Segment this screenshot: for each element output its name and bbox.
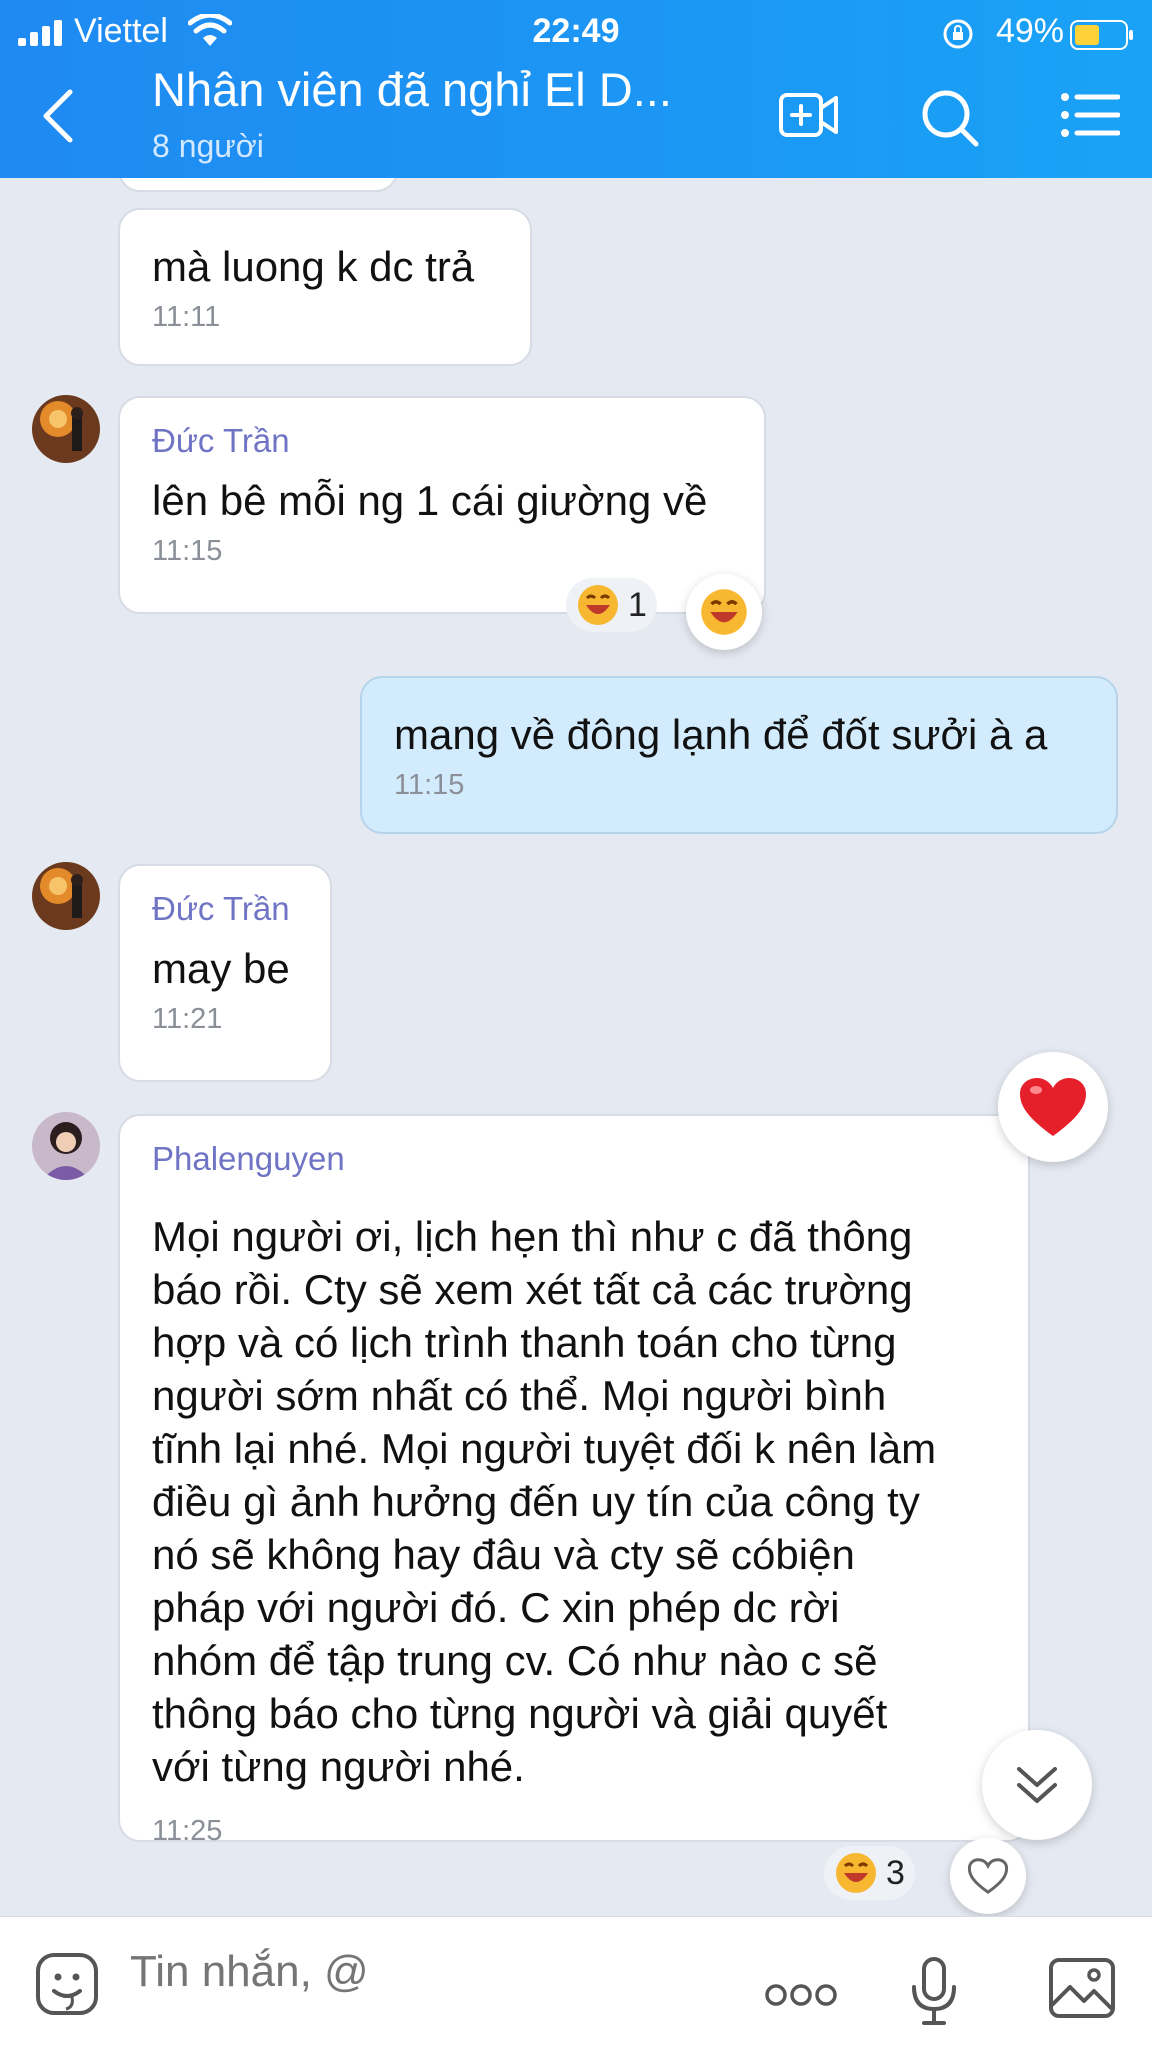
message-line: báo rồi. Cty sẽ xem xét tất cả các trườn… <box>152 1266 913 1313</box>
group-title[interactable]: Nhân viên đã nghỉ El D... <box>152 62 672 117</box>
status-bar: Viettel 22:49 49% <box>0 6 1152 56</box>
heart-reaction-button[interactable] <box>998 1052 1108 1162</box>
reaction-summary[interactable]: 1 <box>566 578 657 632</box>
microphone-icon[interactable] <box>910 1957 958 2027</box>
laugh-emoji-icon <box>836 1853 876 1893</box>
message-bubble[interactable]: Phalenguyen Mọi người ơi, lịch hẹn thì n… <box>118 1114 1030 1847</box>
avatar[interactable] <box>32 395 100 463</box>
message-line: nhóm để tập trung cv. Có như nào c sẽ <box>152 1637 878 1684</box>
orientation-lock-icon <box>943 19 973 49</box>
message-text: mang về đông lạnh để đốt sưởi à a <box>394 711 1048 758</box>
message-time: 11:11 <box>152 301 221 333</box>
message-bubble[interactable]: Đức Trần lên bê mỗi ng 1 cái giường về 1… <box>118 396 766 614</box>
member-count[interactable]: 8 người <box>152 128 264 165</box>
reaction-count: 3 <box>886 1853 905 1892</box>
battery-percent: 49% <box>995 12 1064 50</box>
avatar[interactable] <box>32 1112 100 1180</box>
message-text-block: Mọi người ơi, lịch hẹn thì như c đã thôn… <box>152 1210 996 1793</box>
message-line: Mọi người ơi, lịch hẹn thì như c đã thôn… <box>152 1213 913 1260</box>
message-line: tĩnh lại nhé. Mọi người tuyệt đối k nên … <box>152 1425 937 1472</box>
message-text: may be <box>152 945 290 992</box>
avatar[interactable] <box>32 862 100 930</box>
back-icon[interactable] <box>40 88 76 144</box>
reaction-summary[interactable]: 3 <box>824 1846 915 1900</box>
search-icon[interactable] <box>920 88 980 148</box>
like-button[interactable] <box>950 1838 1026 1914</box>
menu-icon[interactable] <box>1060 92 1120 138</box>
sticker-icon[interactable] <box>34 1951 100 2017</box>
sender-name[interactable]: Phalenguyen <box>152 1140 996 1178</box>
heart-icon <box>1020 1078 1086 1136</box>
message-composer <box>0 1916 1152 2049</box>
double-chevron-down-icon <box>1017 1767 1057 1803</box>
message-line: điều gì ảnh hưởng đến uy tín của công ty <box>152 1478 920 1525</box>
message-line: thông báo cho từng người và giải quyết <box>152 1690 888 1737</box>
my-message-bubble[interactable]: mang về đông lạnh để đốt sưởi à a 11:15 <box>360 676 1118 834</box>
message-line: nó sẽ không hay đâu và cty sẽ cóbiện <box>152 1531 855 1578</box>
clock: 22:49 <box>532 12 620 50</box>
chat-header: Viettel 22:49 49% Nhân viên đã nghỉ El D… <box>0 0 1152 178</box>
message-bubble[interactable]: Đức Trần may be 11:21 <box>118 864 332 1082</box>
message-line: người sớm nhất có thể. Mọi người bình <box>152 1372 887 1419</box>
message-text: mà luong k dc trả <box>152 243 475 290</box>
message-bubble-partial <box>118 178 398 192</box>
message-time: 11:21 <box>152 1003 223 1035</box>
message-time: 11:25 <box>152 1815 223 1847</box>
heart-outline-icon <box>967 1858 1009 1895</box>
sender-name[interactable]: Đức Trần <box>152 422 732 460</box>
message-time: 11:15 <box>152 535 223 567</box>
image-icon[interactable] <box>1048 1957 1116 2019</box>
message-line: hợp và có lịch trình thanh toán cho từng <box>152 1319 897 1366</box>
message-input[interactable] <box>130 1947 690 1997</box>
video-call-icon[interactable] <box>778 90 840 140</box>
message-list[interactable]: mà luong k dc trả 11:11 Đức Trần lên bê … <box>0 178 1152 1916</box>
scroll-to-bottom-button[interactable] <box>982 1730 1092 1840</box>
sender-name[interactable]: Đức Trần <box>152 890 298 928</box>
laugh-emoji-icon <box>578 585 618 625</box>
message-bubble[interactable]: mà luong k dc trả 11:11 <box>118 208 532 366</box>
more-icon[interactable] <box>764 1983 838 2007</box>
battery-icon <box>1070 20 1133 50</box>
reaction-count: 1 <box>628 585 647 624</box>
message-line: với từng người nhé. <box>152 1743 525 1790</box>
react-button[interactable] <box>686 574 762 650</box>
message-line: pháp với người đó. C xin phép dc rời <box>152 1584 840 1631</box>
message-time: 11:15 <box>394 769 465 801</box>
laugh-emoji-icon <box>701 589 747 635</box>
message-text: lên bê mỗi ng 1 cái giường về <box>152 477 708 524</box>
